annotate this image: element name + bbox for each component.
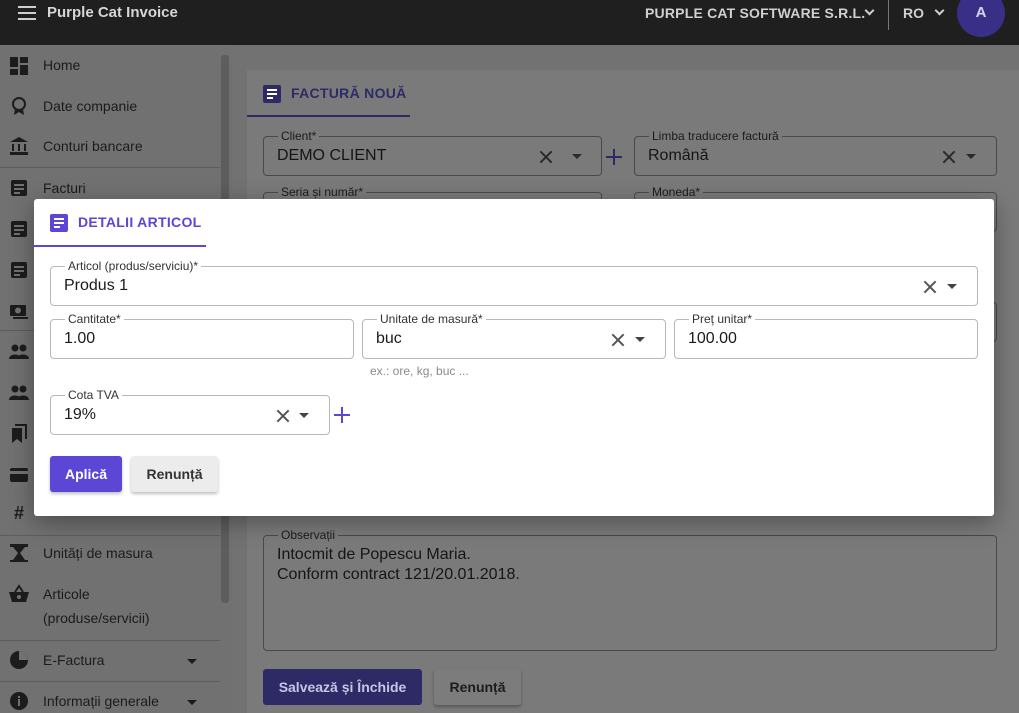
language-selector[interactable]: RO (903, 5, 924, 21)
card-icon (10, 468, 28, 482)
tab-label: DETALII ARTICOL (78, 214, 202, 230)
menu-icon[interactable] (18, 6, 36, 20)
chevron-down-icon[interactable] (864, 5, 875, 16)
clear-icon[interactable] (942, 150, 956, 164)
save-and-close-button[interactable]: Salvează și Închide (263, 669, 422, 705)
badge-icon (12, 97, 26, 115)
field-value: Română (648, 147, 709, 164)
field-value: 19% (64, 406, 97, 423)
clear-icon[interactable] (539, 150, 553, 164)
money-icon (10, 305, 28, 319)
document-icon (263, 85, 281, 103)
hash-icon: # (13, 503, 24, 523)
document-icon (50, 214, 68, 232)
article-details-dialog: DETALII ARTICOL Articol (produs/serviciu… (34, 199, 994, 516)
unit-price-field[interactable]: Preț unitar* 100.00 (674, 312, 978, 359)
dashboard-icon (10, 57, 28, 75)
top-app-bar: Purple Cat Invoice PURPLE CAT SOFTWARE S… (0, 0, 1019, 45)
unit-helper-text: ex.: ore, kg, buc ... (370, 364, 469, 378)
sidebar-item-bank-accounts[interactable]: Conturi bancare (0, 131, 220, 171)
company-selector[interactable]: PURPLE CAT SOFTWARE S.R.L. (645, 5, 865, 21)
document-icon (11, 180, 27, 196)
clear-icon[interactable] (611, 333, 625, 347)
sidebar-item-label: Unități de masura (43, 545, 153, 561)
unit-field[interactable]: Unitate de masură* buc (362, 312, 666, 359)
caret-down-icon[interactable] (947, 284, 957, 289)
bookmarks-icon (12, 424, 27, 443)
sidebar-item-efactura[interactable]: E-Factura (0, 648, 220, 688)
tab-indicator (247, 115, 410, 117)
chevron-down-icon[interactable] (934, 5, 945, 16)
field-value: Produs 1 (64, 277, 129, 294)
field-label: Cantitate* (65, 312, 124, 326)
divider (0, 535, 220, 536)
clear-icon[interactable] (276, 409, 290, 423)
sidebar-item-label: E-Factura (43, 652, 105, 668)
quantity-field[interactable]: Cantitate* 1.00 (50, 312, 354, 359)
sidebar-item-label: Articole (43, 586, 90, 602)
sidebar-item-label: Facturi (43, 180, 86, 196)
vat-rate-field[interactable]: Cota TVA 19% (50, 388, 330, 435)
clear-icon[interactable] (923, 280, 937, 294)
apply-button[interactable]: Aplică (50, 456, 122, 492)
field-value: buc (376, 330, 402, 347)
sidebar-item-label: (produse/servicii) (43, 610, 150, 626)
article-field[interactable]: Articol (produs/serviciu)* Produs 1 (50, 259, 978, 306)
field-label: Unitate de masură* (377, 312, 486, 326)
cancel-button[interactable]: Renunță (131, 456, 218, 492)
people-icon (9, 385, 29, 400)
tab-label: FACTURĂ NOUĂ (291, 85, 407, 101)
sidebar-item-company[interactable]: Date companie (0, 91, 220, 131)
field-value: 1.00 (64, 330, 96, 347)
document-icon (11, 221, 27, 237)
sidebar-item-units[interactable]: Unități de masura (0, 541, 220, 581)
field-label: Seria și număr* (278, 185, 367, 199)
basket-icon (9, 584, 29, 602)
scale-icon (10, 544, 28, 562)
client-field[interactable]: Client* DEMO CLIENT (263, 129, 602, 176)
notes-line: Conform contract 121/20.01.2018. (277, 566, 520, 583)
add-vat-rate-icon[interactable] (334, 407, 350, 423)
field-value: DEMO CLIENT (277, 147, 387, 164)
sidebar-item-label: Date companie (43, 98, 138, 114)
sidebar-item-label: Home (43, 57, 81, 73)
notes-field[interactable]: Observații Intocmit de Popescu Maria. Co… (263, 528, 997, 651)
divider (0, 681, 220, 682)
caret-down-icon[interactable] (635, 337, 645, 342)
caret-down-icon[interactable] (187, 700, 197, 705)
caret-down-icon[interactable] (299, 413, 309, 418)
field-label: Articol (produs/serviciu)* (65, 259, 202, 273)
caret-down-icon[interactable] (187, 659, 197, 664)
pie-icon (10, 651, 28, 669)
field-label: Moneda* (649, 185, 704, 199)
translation-language-field[interactable]: Limba traducere factură Română (634, 129, 997, 176)
people-icon (9, 344, 29, 359)
notes-line: Intocmit de Popescu Maria. (277, 546, 471, 563)
add-client-icon[interactable] (606, 149, 622, 165)
info-icon (10, 692, 28, 710)
field-label: Observații (278, 528, 339, 542)
field-value: 100.00 (688, 330, 737, 347)
caret-down-icon[interactable] (572, 154, 582, 159)
field-label: Cota TVA (65, 388, 122, 402)
field-label: Client* (278, 129, 320, 143)
caret-down-icon[interactable] (966, 154, 976, 159)
sidebar-item-home[interactable]: Home (0, 50, 220, 90)
sidebar-item-general-info[interactable]: Informații generale (0, 689, 220, 713)
sidebar-item-articles[interactable]: Articole (produse/servicii) (0, 582, 220, 634)
field-label: Preț unitar* (689, 312, 756, 326)
divider (0, 167, 220, 168)
sidebar-item-label: Informații generale (43, 693, 159, 709)
bank-icon (10, 137, 28, 155)
divider (888, 0, 889, 30)
cancel-button[interactable]: Renunță (434, 669, 521, 705)
document-icon (11, 262, 27, 278)
sidebar-item-label: Conturi bancare (43, 138, 143, 154)
tab-indicator (34, 245, 206, 247)
avatar[interactable]: A (957, 0, 1005, 37)
field-label: Limba traducere factură (649, 129, 782, 143)
app-title: Purple Cat Invoice (47, 4, 178, 21)
divider (0, 640, 220, 641)
